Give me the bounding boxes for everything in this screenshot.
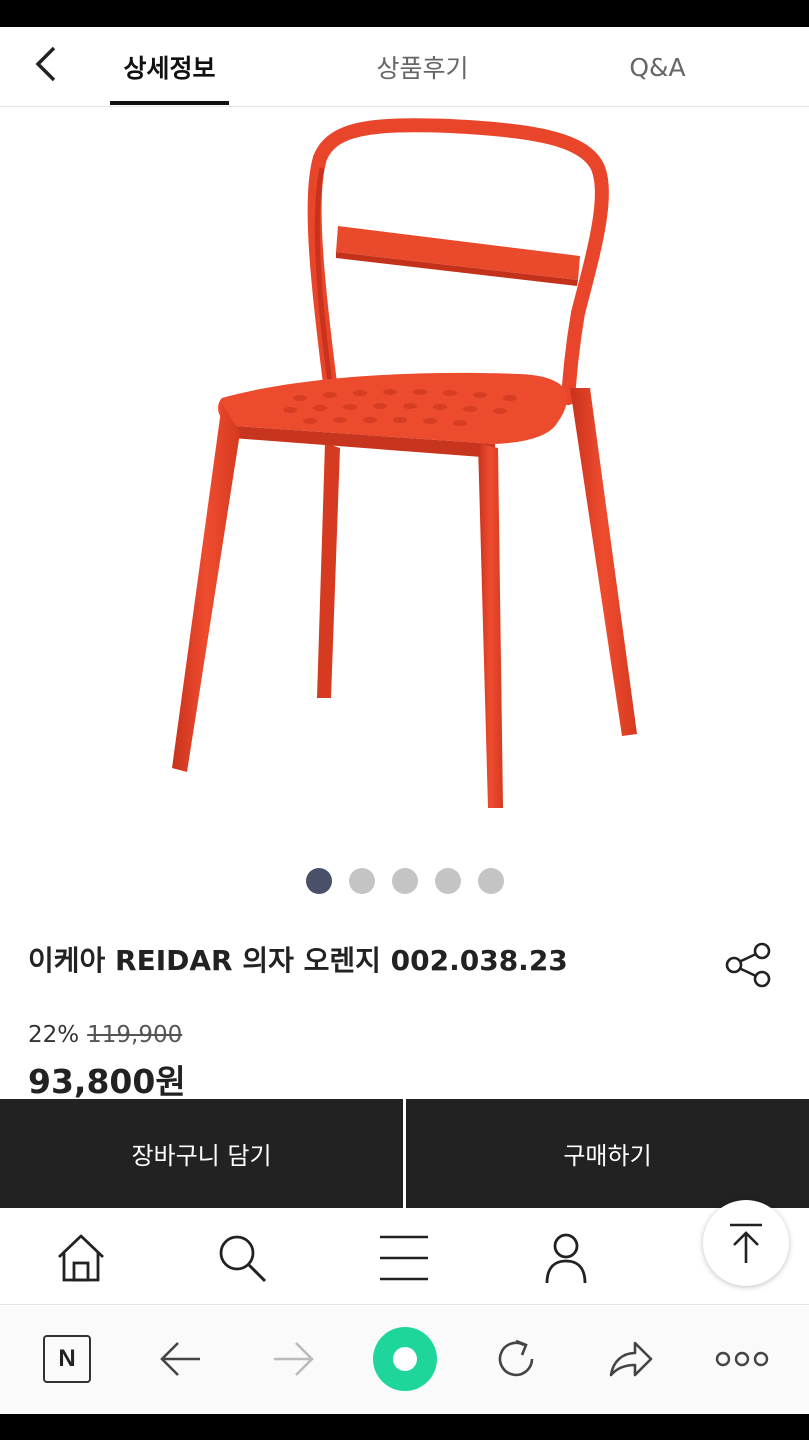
pagination-dot[interactable] bbox=[434, 868, 461, 894]
add-to-cart-button[interactable]: 장바구니 담기 bbox=[0, 1099, 403, 1208]
scroll-to-top-button[interactable] bbox=[703, 1200, 789, 1286]
nav-search[interactable] bbox=[212, 1228, 272, 1288]
pagination-dot[interactable] bbox=[391, 868, 418, 894]
refresh-button[interactable] bbox=[486, 1329, 546, 1389]
search-icon bbox=[219, 1235, 267, 1283]
menu-icon bbox=[380, 1235, 428, 1281]
tab-qna[interactable]: Q&A bbox=[600, 27, 715, 107]
naver-icon: N bbox=[43, 1335, 91, 1383]
nav-menu[interactable] bbox=[374, 1228, 434, 1288]
discount-rate: 22% bbox=[28, 1022, 80, 1048]
home-icon bbox=[58, 1234, 104, 1282]
browser-share-button[interactable] bbox=[600, 1329, 660, 1389]
browser-toolbar: N bbox=[0, 1306, 809, 1414]
price-info: 22% 119,900 bbox=[28, 1022, 182, 1048]
pagination-dot[interactable] bbox=[305, 868, 332, 894]
shop-bottom-nav bbox=[0, 1208, 809, 1305]
browser-forward-button[interactable] bbox=[264, 1329, 324, 1389]
arrow-up-to-top-icon bbox=[730, 1223, 762, 1263]
chair-image bbox=[172, 118, 637, 808]
back-button[interactable] bbox=[22, 39, 72, 89]
user-icon bbox=[545, 1233, 587, 1284]
sale-price: 93,800원 bbox=[28, 1062, 186, 1101]
active-tab-indicator bbox=[110, 101, 229, 105]
browser-back-button[interactable] bbox=[150, 1329, 210, 1389]
green-dot-icon bbox=[373, 1327, 437, 1391]
product-title: 이케아 REIDAR 의자 오렌지 002.038.23 bbox=[28, 944, 568, 977]
nav-home[interactable] bbox=[51, 1228, 111, 1288]
pagination-dot[interactable] bbox=[477, 868, 504, 894]
green-dot-button[interactable] bbox=[373, 1327, 437, 1391]
refresh-icon bbox=[498, 1339, 534, 1377]
app-screen: 상세정보 상품후기 Q&A 이케아 REIDAR 의자 오렌지 002.038.… bbox=[0, 27, 809, 1414]
forward-arrow-icon bbox=[274, 1342, 314, 1376]
product-image[interactable] bbox=[0, 108, 809, 868]
naver-home-button[interactable]: N bbox=[37, 1329, 97, 1389]
chevron-left-icon bbox=[35, 46, 56, 82]
nav-mypage[interactable] bbox=[536, 1228, 596, 1288]
share-button[interactable] bbox=[718, 937, 778, 993]
more-button[interactable] bbox=[712, 1329, 772, 1389]
tab-reviews[interactable]: 상품후기 bbox=[360, 27, 485, 107]
buy-now-button[interactable]: 구매하기 bbox=[406, 1099, 809, 1208]
more-icon bbox=[715, 1351, 769, 1367]
detail-tab-header: 상세정보 상품후기 Q&A bbox=[0, 27, 809, 107]
purchase-action-bar: 장바구니 담기 구매하기 bbox=[0, 1099, 809, 1208]
tab-detail[interactable]: 상세정보 bbox=[110, 27, 229, 107]
pagination-dot[interactable] bbox=[348, 868, 375, 894]
share-arrow-icon bbox=[609, 1341, 653, 1377]
image-pagination bbox=[0, 868, 809, 894]
original-price: 119,900 bbox=[87, 1022, 183, 1048]
share-icon bbox=[725, 942, 771, 988]
back-arrow-icon bbox=[160, 1342, 200, 1376]
